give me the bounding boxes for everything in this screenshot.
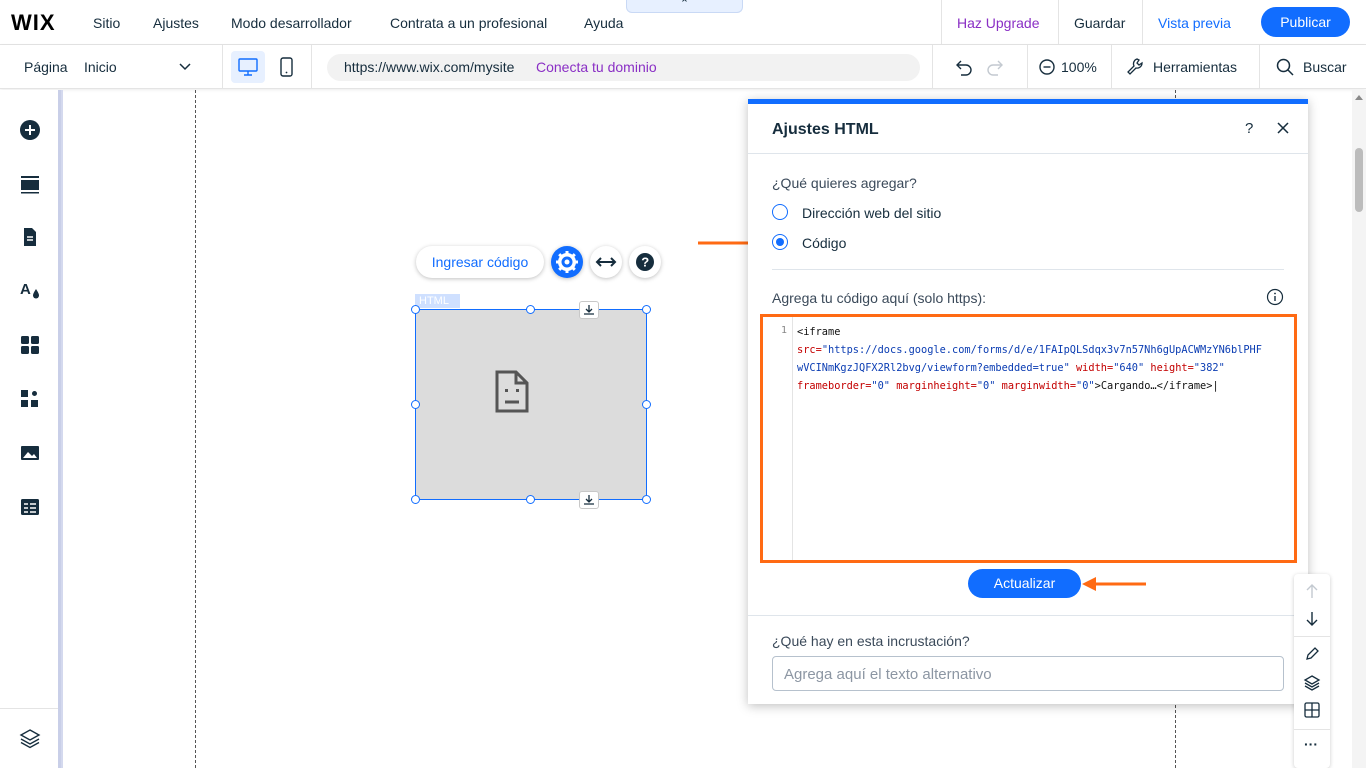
arrow-down-icon[interactable]: [1303, 610, 1321, 628]
resize-handle-tr[interactable]: [642, 305, 651, 314]
preview-button[interactable]: Vista previa: [1158, 15, 1231, 31]
download-icon: [584, 305, 594, 315]
resize-handle-tl[interactable]: [411, 305, 420, 314]
broken-page-icon: [495, 370, 529, 413]
embed-question-label: ¿Qué hay en esta incrustación?: [772, 633, 970, 649]
connect-domain-link[interactable]: Conecta tu dominio: [536, 59, 657, 75]
arrow-up-icon[interactable]: [1303, 582, 1321, 600]
gear-icon: [556, 251, 578, 273]
site-url: https://www.wix.com/mysite: [344, 59, 515, 75]
apps-icon[interactable]: [19, 334, 41, 356]
gridline-left: [195, 90, 196, 768]
search-icon: [1276, 58, 1294, 76]
business-apps-icon[interactable]: [19, 388, 41, 410]
page-selector[interactable]: Inicio: [84, 59, 117, 75]
menu-ajustes[interactable]: Ajustes: [153, 15, 199, 31]
svg-text:?: ?: [641, 255, 649, 270]
mobile-icon[interactable]: [280, 57, 294, 77]
layers-icon[interactable]: [1303, 674, 1321, 692]
resize-handle-br[interactable]: [642, 495, 651, 504]
menu-hire-pro[interactable]: Contrata a un profesional: [390, 15, 547, 31]
media-icon[interactable]: [19, 442, 41, 464]
right-toolbar: ···: [1294, 574, 1330, 768]
stretch-bottom-button[interactable]: [579, 491, 599, 509]
download-icon: [584, 495, 594, 505]
add-icon[interactable]: [19, 119, 41, 141]
upgrade-link[interactable]: Haz Upgrade: [957, 15, 1040, 31]
pencil-icon[interactable]: [1304, 646, 1320, 662]
page-label: Página: [24, 59, 68, 75]
desktop-view-button[interactable]: [231, 51, 265, 83]
wrench-icon: [1127, 58, 1143, 75]
resize-handle-bl[interactable]: [411, 495, 420, 504]
help-button[interactable]: ?: [629, 246, 661, 278]
resize-handle-l[interactable]: [411, 400, 420, 409]
panel-title: Ajustes HTML: [772, 121, 879, 138]
annotation-arrow-update: [1082, 577, 1146, 591]
radio-code-label[interactable]: Código: [802, 235, 846, 251]
resize-handle-r[interactable]: [642, 400, 651, 409]
alt-text-input[interactable]: Agrega aquí el texto alternativo: [772, 656, 1284, 691]
undo-icon[interactable]: [953, 57, 973, 77]
search-button[interactable]: Buscar: [1303, 59, 1347, 75]
svg-text:A: A: [20, 281, 31, 298]
redo-icon[interactable]: [986, 57, 1006, 77]
element-type-tag: HTML: [415, 294, 460, 308]
zoom-out-icon[interactable]: [1038, 58, 1056, 76]
layout-icon[interactable]: [1303, 701, 1321, 719]
layers-icon[interactable]: [19, 727, 41, 749]
scrollbar-thumb[interactable]: [1355, 148, 1363, 212]
line-number: 1: [763, 317, 793, 560]
add-question-label: ¿Qué quieres agregar?: [772, 175, 917, 191]
enter-code-button[interactable]: Ingresar código: [416, 246, 544, 278]
code-content[interactable]: <iframe src="https://docs.google.com/for…: [797, 323, 1297, 395]
zoom-level[interactable]: 100%: [1061, 59, 1097, 75]
stretch-arrows-icon: [595, 257, 617, 267]
update-button[interactable]: Actualizar: [968, 569, 1081, 598]
help-icon[interactable]: ?: [1245, 120, 1253, 137]
menu-ayuda[interactable]: Ayuda: [584, 15, 623, 31]
radio-code[interactable]: [772, 234, 788, 250]
html-embed-element[interactable]: [415, 309, 647, 500]
cms-icon[interactable]: [19, 496, 41, 518]
left-sidebar: A: [0, 90, 61, 768]
stretch-button[interactable]: [590, 246, 622, 278]
chevron-down-icon[interactable]: [179, 63, 191, 71]
resize-handle-b[interactable]: [526, 495, 535, 504]
help-icon: ?: [636, 253, 654, 271]
radio-site-url[interactable]: [772, 204, 788, 220]
collapse-topbar-button[interactable]: ⌃: [626, 0, 743, 13]
publish-button[interactable]: Publicar: [1261, 7, 1350, 37]
sections-icon[interactable]: [19, 173, 41, 195]
stretch-top-button[interactable]: [579, 301, 599, 319]
tools-button[interactable]: Herramientas: [1153, 59, 1237, 75]
theme-icon[interactable]: A: [19, 279, 41, 301]
radio-site-url-label[interactable]: Dirección web del sitio: [802, 205, 941, 221]
wix-logo[interactable]: WIX: [11, 10, 56, 36]
more-icon[interactable]: ···: [1304, 736, 1318, 752]
top-bar: WIX Sitio Ajustes Modo desarrollador Con…: [0, 0, 1366, 45]
menu-sitio[interactable]: Sitio: [93, 15, 120, 31]
scroll-up-icon[interactable]: [1354, 93, 1364, 101]
info-icon[interactable]: [1266, 288, 1284, 306]
settings-button[interactable]: [551, 246, 583, 278]
canvas-edge: [61, 90, 63, 768]
code-editor[interactable]: 1 <iframe src="https://docs.google.com/f…: [760, 314, 1297, 563]
resize-handle-t[interactable]: [526, 305, 535, 314]
menu-dev-mode[interactable]: Modo desarrollador: [231, 15, 352, 31]
save-button[interactable]: Guardar: [1074, 15, 1125, 31]
pages-icon[interactable]: [19, 226, 41, 248]
close-icon[interactable]: [1277, 122, 1289, 134]
code-label: Agrega tu código aquí (solo https):: [772, 290, 987, 306]
desktop-icon: [238, 58, 258, 76]
chevron-up-icon: ⌃: [679, 0, 690, 10]
